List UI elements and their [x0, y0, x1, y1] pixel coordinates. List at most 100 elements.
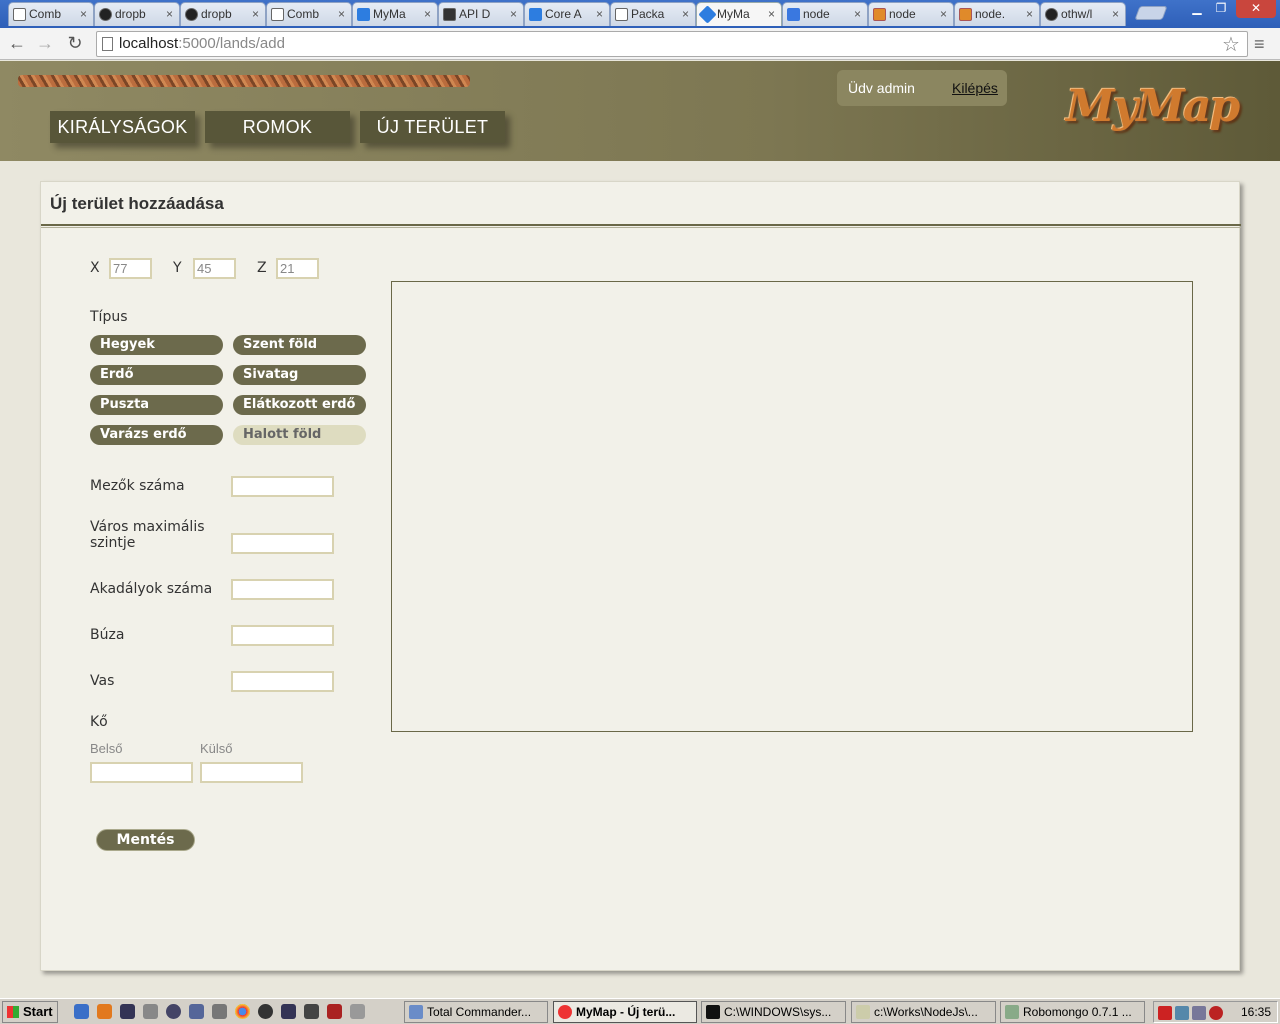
iron-input[interactable] — [231, 671, 334, 692]
type-forest[interactable]: Erdő — [90, 365, 223, 385]
tab-label: Core A — [545, 7, 582, 21]
browser-tab[interactable]: Core A × — [524, 2, 610, 26]
quicklaunch-icon[interactable] — [304, 1004, 319, 1019]
reload-icon[interactable]: ↻ — [64, 33, 86, 55]
tab-label: dropb — [201, 7, 232, 21]
wheat-input[interactable] — [231, 625, 334, 646]
fields-count-input[interactable] — [231, 476, 334, 497]
network-icon[interactable] — [1175, 1006, 1189, 1020]
bookmark-star-icon[interactable]: ☆ — [1222, 32, 1240, 57]
nav-ruins[interactable]: ROMOK — [205, 111, 350, 143]
city-max-level-input[interactable] — [231, 533, 334, 554]
browser-tab[interactable]: Comb × — [8, 2, 94, 26]
quicklaunch-icon[interactable] — [212, 1004, 227, 1019]
system-tray: 16:35 — [1153, 1001, 1278, 1023]
chrome-icon[interactable] — [235, 1004, 250, 1019]
quicklaunch-icon[interactable] — [281, 1004, 296, 1019]
type-dead-land[interactable]: Halott föld — [233, 425, 366, 445]
stone-inner-input[interactable] — [90, 762, 193, 783]
quicklaunch-icon[interactable] — [166, 1004, 181, 1019]
type-mountains[interactable]: Hegyek — [90, 335, 223, 355]
quicklaunch-icon[interactable] — [327, 1004, 342, 1019]
antivirus-icon[interactable] — [1209, 1006, 1223, 1020]
obstacles-count-input[interactable] — [231, 579, 334, 600]
tab-label: othw/l — [1061, 7, 1093, 21]
close-icon[interactable]: × — [940, 7, 947, 21]
browser-tab[interactable]: Packa × — [610, 2, 696, 26]
browser-tab-active[interactable]: MyMa × — [696, 2, 782, 26]
close-icon[interactable]: × — [1026, 7, 1033, 21]
taskbar-item-active[interactable]: MyMap - Új terü... — [553, 1001, 697, 1023]
browser-tab[interactable]: dropb × — [180, 2, 266, 26]
browser-tab[interactable]: MyMa × — [352, 2, 438, 26]
firefox-icon[interactable] — [97, 1004, 112, 1019]
stone-outer-input[interactable] — [200, 762, 303, 783]
map-canvas[interactable] — [391, 281, 1193, 732]
browser-tab[interactable]: API D × — [438, 2, 524, 26]
close-icon[interactable]: × — [252, 7, 259, 21]
stackoverflow-icon — [959, 8, 972, 21]
nav-new-land[interactable]: ÚJ TERÜLET — [360, 111, 505, 143]
site-logo[interactable]: MyMap — [1066, 81, 1240, 132]
start-button[interactable]: Start — [2, 1001, 58, 1023]
close-icon[interactable]: × — [510, 7, 517, 21]
outer-label: Külső — [200, 741, 233, 756]
browser-tab[interactable]: node. × — [954, 2, 1040, 26]
browser-tab[interactable]: Comb × — [266, 2, 352, 26]
close-icon[interactable]: × — [424, 7, 431, 21]
chrome-icon — [558, 1005, 572, 1019]
y-input[interactable] — [193, 258, 236, 279]
back-icon[interactable]: ← — [6, 33, 28, 55]
new-tab-button[interactable] — [1134, 6, 1168, 20]
taskbar-item[interactable]: C:\WINDOWS\sys... — [701, 1001, 846, 1023]
inner-label: Belső — [90, 741, 123, 756]
close-icon[interactable]: × — [338, 7, 345, 21]
task-label: C:\WINDOWS\sys... — [724, 1005, 832, 1019]
x-input[interactable] — [109, 258, 152, 279]
close-icon[interactable]: × — [682, 7, 689, 21]
ati-icon[interactable] — [1158, 1006, 1172, 1020]
type-plains[interactable]: Puszta — [90, 395, 223, 415]
tab-label: Comb — [287, 7, 320, 21]
city-max-level-label: Város maximális szintje — [90, 519, 205, 551]
close-icon[interactable]: × — [768, 7, 775, 21]
taskbar-item[interactable]: c:\Works\NodeJs\... — [851, 1001, 996, 1023]
volume-icon[interactable] — [1192, 1006, 1206, 1020]
window-close-icon[interactable]: ✕ — [1236, 0, 1276, 18]
quicklaunch-icon[interactable] — [189, 1004, 204, 1019]
menu-icon[interactable]: ≡ — [1254, 34, 1265, 55]
type-desert[interactable]: Sivatag — [233, 365, 366, 385]
address-bar[interactable]: localhost:5000/lands/add — [96, 31, 1248, 57]
page-icon — [13, 8, 26, 21]
type-holy-land[interactable]: Szent föld — [233, 335, 366, 355]
minimize-icon[interactable]: ▁ — [1184, 0, 1210, 18]
save-button[interactable]: Mentés — [96, 829, 195, 851]
page-icon — [615, 8, 628, 21]
quicklaunch-icon[interactable] — [143, 1004, 158, 1019]
type-magic-forest[interactable]: Varázs erdő — [90, 425, 223, 445]
browser-tab[interactable]: node × — [782, 2, 868, 26]
logout-link[interactable]: Kilépés — [952, 70, 998, 106]
quicklaunch-icon[interactable] — [258, 1004, 273, 1019]
close-icon[interactable]: × — [166, 7, 173, 21]
close-icon[interactable]: × — [854, 7, 861, 21]
nav-kingdoms[interactable]: KIRÁLYSÁGOK — [50, 111, 195, 143]
browser-tab[interactable]: dropb × — [94, 2, 180, 26]
forward-icon[interactable]: → — [34, 33, 56, 55]
browser-tab[interactable]: othw/l × — [1040, 2, 1126, 26]
browser-tab[interactable]: node × — [868, 2, 954, 26]
computer-icon[interactable] — [120, 1004, 135, 1019]
close-icon[interactable]: × — [596, 7, 603, 21]
taskbar-item[interactable]: Robomongo 0.7.1 ... — [1000, 1001, 1145, 1023]
close-icon[interactable]: × — [1112, 7, 1119, 21]
z-input[interactable] — [276, 258, 319, 279]
close-icon[interactable]: × — [80, 7, 87, 21]
type-cursed-forest[interactable]: Elátkozott erdő — [233, 395, 366, 415]
task-label: Robomongo 0.7.1 ... — [1023, 1005, 1132, 1019]
stackoverflow-icon — [873, 8, 886, 21]
quicklaunch-icon[interactable] — [350, 1004, 365, 1019]
quicklaunch-icon[interactable] — [74, 1004, 89, 1019]
wheat-label: Búza — [90, 627, 125, 643]
restore-icon[interactable]: ❐ — [1208, 0, 1234, 18]
taskbar-item[interactable]: Total Commander... — [404, 1001, 548, 1023]
